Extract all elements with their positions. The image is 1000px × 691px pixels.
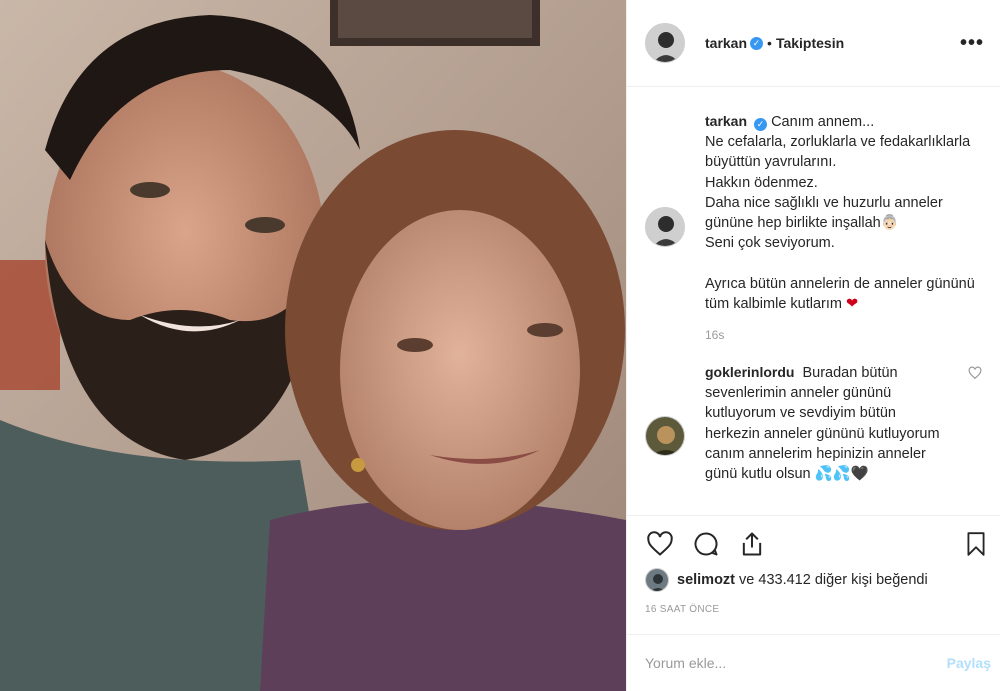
comment-input[interactable] — [645, 655, 947, 671]
comment-item: goklerinlordu Buradan bütün sevenlerimin… — [645, 362, 984, 484]
comments-list[interactable]: tarkan ✓ Canım annem... Ne cefalarla, zor… — [627, 87, 1000, 515]
post-photo[interactable] — [0, 0, 626, 691]
more-options-icon[interactable]: ••• — [960, 32, 984, 55]
likes-count-text[interactable]: ve 433.412 diğer kişi beğendi — [735, 572, 928, 588]
likes-summary[interactable]: selimozt ve 433.412 diğer kişi beğendi — [645, 568, 928, 592]
post-photo-image — [0, 0, 626, 691]
follow-status-button[interactable]: Takiptesin — [776, 35, 844, 51]
post-sidebar: tarkan ✓ • Takiptesin ••• tarkan ✓ Canım … — [626, 0, 1000, 691]
red-heart-icon: ❤ — [846, 295, 859, 312]
comment-text: Buradan bütün sevenlerimin anneler günün… — [705, 365, 940, 483]
author-avatar[interactable] — [645, 23, 685, 63]
separator-dot: • — [767, 35, 772, 51]
post-comment-button[interactable]: Paylaş — [947, 655, 991, 671]
share-icon[interactable] — [737, 529, 767, 559]
liker-avatar[interactable] — [645, 568, 669, 592]
comment-text-block: goklerinlordu Buradan bütün sevenlerimin… — [705, 362, 984, 484]
caption-text-block: tarkan ✓ Canım annem... Ne cefalarla, zor… — [705, 111, 984, 314]
post-timestamp: 16 SAAT ÖNCE — [645, 604, 720, 615]
heart-icon[interactable] — [645, 529, 675, 559]
commenter-username[interactable]: goklerinlordu — [705, 364, 794, 380]
bookmark-icon[interactable] — [961, 529, 991, 559]
caption-text: Canım annem... Ne cefalarla, zorluklarla… — [705, 114, 975, 312]
add-comment-bar: Paylaş — [627, 634, 1000, 691]
caption-time[interactable]: 16s — [705, 328, 984, 342]
post-actions — [627, 515, 1000, 571]
comment-like-icon[interactable] — [968, 366, 982, 380]
comment-icon[interactable] — [691, 529, 721, 559]
liker-username[interactable]: selimozt — [677, 572, 735, 588]
caption-author-avatar[interactable] — [645, 207, 685, 247]
verified-icon: ✓ — [754, 118, 768, 131]
caption-comment: tarkan ✓ Canım annem... Ne cefalarla, zor… — [645, 111, 984, 342]
commenter-avatar[interactable] — [645, 416, 685, 457]
author-username[interactable]: tarkan — [705, 35, 747, 51]
caption-author[interactable]: tarkan — [705, 113, 747, 129]
post-header: tarkan ✓ • Takiptesin ••• — [627, 0, 1000, 87]
verified-icon: ✓ — [750, 36, 764, 50]
